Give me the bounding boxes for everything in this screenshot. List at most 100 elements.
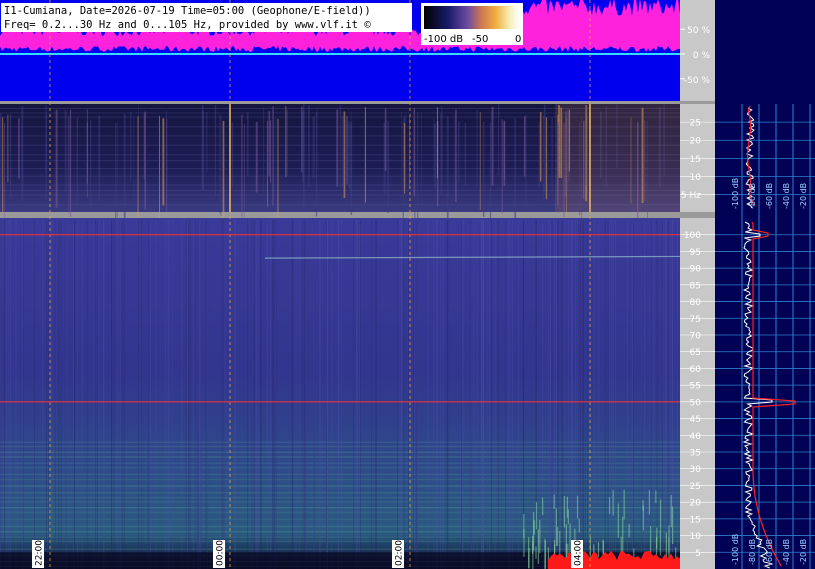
high-freq-tick-label: 100 bbox=[684, 231, 701, 241]
spectrogram-column bbox=[627, 220, 628, 569]
spectrogram-burst bbox=[670, 495, 672, 528]
spectrogram-burst bbox=[563, 495, 566, 528]
spectrogram-burst bbox=[569, 523, 571, 553]
spectrogram-column bbox=[632, 220, 633, 569]
spectrogram-column bbox=[205, 220, 207, 569]
spectrogram-column bbox=[594, 220, 596, 569]
low-spectrogram-streak bbox=[315, 112, 318, 217]
spectrogram-column bbox=[491, 220, 492, 569]
spectrogram-burst bbox=[565, 524, 567, 560]
time-label: 22:00 bbox=[35, 540, 45, 566]
spectrogram-burst bbox=[542, 497, 544, 515]
spectrogram-column bbox=[494, 220, 496, 569]
spectrogram-burst bbox=[555, 508, 557, 546]
spectrogram-column bbox=[643, 220, 645, 569]
time-label: 02:00 bbox=[395, 540, 405, 566]
spectrogram-column bbox=[482, 220, 484, 569]
spectrogram-column bbox=[22, 220, 24, 569]
low-spectrogram-streak bbox=[455, 109, 457, 202]
side-db-label-low: -100 dB bbox=[731, 178, 740, 209]
spectrogram-column bbox=[302, 220, 304, 569]
spectrogram-burst bbox=[523, 529, 525, 557]
low-spectrogram-streak bbox=[446, 116, 449, 219]
high-freq-tick-label: 40 bbox=[690, 432, 702, 442]
spectrogram-column bbox=[0, 220, 1, 569]
spectrogram-burst bbox=[566, 496, 568, 518]
spectrogram-burst bbox=[649, 525, 652, 553]
spectrogram-column bbox=[413, 220, 415, 569]
low-spectrogram-streak bbox=[0, 113, 2, 191]
spectrogram-column bbox=[444, 220, 446, 569]
spectrogram-column bbox=[609, 220, 610, 569]
spectrogram-column bbox=[470, 220, 472, 569]
amplitude-tick-label: 50 % bbox=[687, 26, 710, 36]
low-spectrogram-streak bbox=[246, 112, 249, 177]
high-freq-tick-label: 60 bbox=[690, 365, 702, 375]
spectrogram-column bbox=[198, 220, 199, 569]
low-spectrogram-streak bbox=[551, 116, 553, 207]
spectrogram-burst bbox=[642, 505, 644, 531]
low-spectrogram-streak bbox=[2, 117, 4, 213]
spectrogram-column bbox=[604, 220, 606, 569]
spectrogram-column bbox=[436, 220, 437, 569]
high-freq-tick-label: 95 bbox=[690, 248, 701, 258]
low-spectrogram-streak bbox=[501, 119, 503, 214]
low-spectrogram-streak bbox=[132, 116, 134, 208]
spectrogram-column bbox=[483, 220, 485, 569]
spectrogram-column bbox=[234, 220, 236, 569]
spectrogram-column bbox=[97, 220, 98, 569]
low-spectrogram-streak bbox=[542, 115, 544, 202]
spectrogram-column bbox=[167, 220, 169, 569]
spectrogram-column bbox=[340, 220, 342, 569]
spectrogram-burst bbox=[539, 519, 541, 554]
low-spectrogram-streak bbox=[255, 121, 258, 193]
spectrogram-burst bbox=[535, 502, 538, 530]
spectrogram-column bbox=[650, 220, 652, 569]
spectrogram-column bbox=[427, 220, 429, 569]
low-spectrogram-streak bbox=[241, 114, 243, 218]
low-spectrogram-streak bbox=[98, 115, 101, 202]
spectrogram-column bbox=[199, 220, 201, 569]
low-spectrogram-streak bbox=[263, 107, 265, 194]
spectrogram-column bbox=[260, 220, 261, 569]
amplitude-tick-label: 0 % bbox=[693, 51, 711, 61]
low-freq-tick-label: 15 bbox=[690, 155, 701, 165]
spectrogram-burst bbox=[617, 503, 619, 538]
spectrogram-column bbox=[371, 220, 372, 569]
spectrogram-column bbox=[669, 220, 671, 569]
low-spectrogram-streak bbox=[277, 118, 279, 224]
spectrogram-column bbox=[4, 220, 5, 569]
side-db-label-high: -40 dB bbox=[782, 539, 791, 565]
low-spectrogram-streak bbox=[67, 117, 69, 188]
spectrogram-column bbox=[473, 220, 475, 569]
spectrogram-column bbox=[251, 220, 253, 569]
low-spectrogram-streak bbox=[476, 110, 478, 189]
low-freq-tick-label: 25 bbox=[690, 119, 701, 129]
low-spectrogram-streak bbox=[243, 123, 245, 232]
spectrogram-column bbox=[270, 220, 272, 569]
spectrogram-column bbox=[273, 220, 275, 569]
spectrogram-column bbox=[665, 220, 666, 569]
low-spectrogram-streak bbox=[491, 106, 494, 186]
spectrogram-column bbox=[667, 220, 669, 569]
spectrogram-column bbox=[649, 220, 651, 569]
spectrogram-column bbox=[147, 220, 149, 569]
spectrogram-column bbox=[138, 220, 139, 569]
low-spectrogram-streak bbox=[69, 109, 72, 217]
spectrogram-chart: 50 %0 %-50 % 252015105 Hz 10095908580757… bbox=[0, 0, 815, 569]
spectrogram-column bbox=[641, 220, 643, 569]
spectrogram-burst bbox=[559, 530, 561, 555]
spectrogram-column bbox=[194, 220, 196, 569]
side-db-label-low: -80 dB bbox=[748, 183, 757, 209]
spectrogram-column bbox=[55, 220, 56, 569]
high-freq-tick-label: 65 bbox=[690, 348, 701, 358]
spectrogram-burst bbox=[537, 529, 540, 564]
spectrogram-column bbox=[148, 220, 150, 569]
spectrogram-column bbox=[439, 220, 441, 569]
spectrogram-column bbox=[319, 220, 321, 569]
spectrogram-column bbox=[376, 220, 377, 569]
low-spectrogram-streak bbox=[18, 118, 20, 179]
spectrogram-column bbox=[337, 220, 339, 569]
spectrogram-column bbox=[8, 220, 10, 569]
spectrogram-column bbox=[295, 220, 297, 569]
